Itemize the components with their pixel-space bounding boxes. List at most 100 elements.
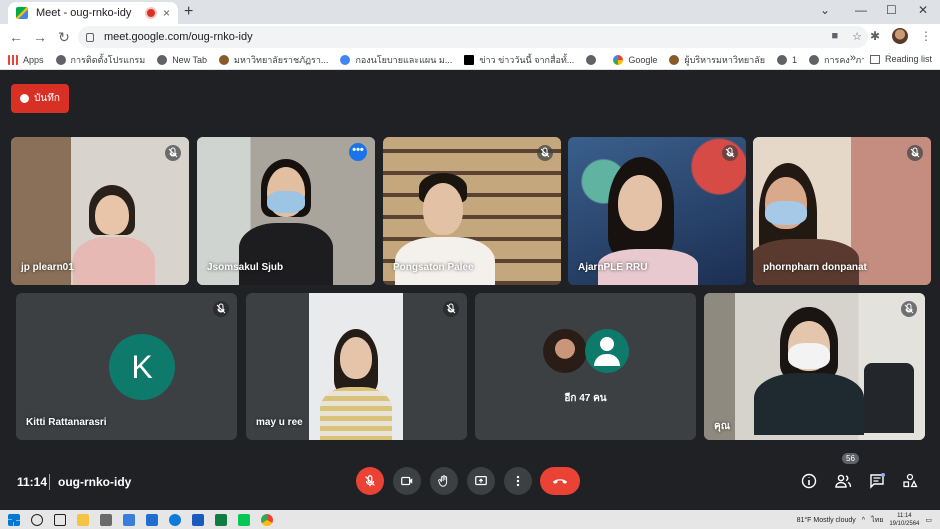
tab-title: Meet - oug-rnko-idy [36,7,132,19]
mic-off-icon [907,145,923,161]
participant-tile[interactable]: K Kitti Rattanarasri [16,293,237,440]
menu-kebab-icon[interactable]: ⋮ [920,29,932,43]
participant-tile-self[interactable]: คุณ [704,293,925,440]
meeting-details-button[interactable] [798,470,820,492]
mic-off-icon [537,145,553,161]
url-text: meet.google.com/oug-rnko-idy [104,31,253,43]
present-screen-button[interactable] [467,467,495,495]
globe-icon [809,54,820,65]
globe-icon [586,54,597,65]
meeting-controls-bar: 11:14 oug-rnko-idy 56 [0,453,940,510]
person-icon [669,54,680,65]
profile-avatar-icon[interactable] [892,28,908,44]
reading-list-button[interactable]: Reading list [863,54,932,64]
recording-indicator-icon [146,9,155,17]
language-indicator[interactable]: ไทย [871,515,883,526]
bookmark-install[interactable]: การติดตั้งโปรแกรม [55,53,145,67]
others-avatar-group [543,329,629,373]
minimize-button[interactable]: — [855,3,867,17]
camera-permission-icon[interactable]: ■ [831,30,838,43]
word-icon[interactable] [192,513,204,526]
mic-off-icon [165,145,181,161]
participant-name: คุณ [714,421,730,432]
participant-tile[interactable]: jp plearn01 [11,137,189,285]
more-options-button[interactable]: ••• [349,143,367,161]
bookmark-university[interactable]: มหาวิทยาลัยราชภัฏรา... [219,53,328,67]
meet-favicon-icon [16,7,28,19]
kebab-icon [516,475,520,487]
bookmark-globe[interactable] [586,54,601,65]
browser-tab-meet[interactable]: Meet - oug-rnko-idy × [8,2,178,24]
tray-chevron-icon[interactable]: ^ [862,517,865,524]
lock-icon [86,32,94,42]
camera-toggle-button[interactable] [393,467,421,495]
tab-close-button[interactable]: × [163,6,170,20]
task-view-icon[interactable] [54,513,66,526]
hang-up-icon [552,479,568,484]
people-button[interactable] [832,470,854,492]
browser-tab-strip: Meet - oug-rnko-idy × + ⌄ — ☐ ✕ [0,0,940,24]
store-icon[interactable] [100,513,112,526]
leave-call-button[interactable] [540,467,580,495]
edge-icon[interactable] [169,513,181,526]
participant-tile[interactable]: AjarnPLE RRU [568,137,746,285]
mail-icon[interactable] [123,513,135,526]
participant-tile-active[interactable]: ••• Jsomsakul Sjub [197,137,375,285]
bookmark-apps[interactable]: Apps [8,54,44,65]
hand-icon [438,475,448,487]
bookmarks-bar: Apps การติดตั้งโปรแกรม New Tab มหาวิทยาล… [0,50,940,70]
bookmark-news[interactable]: ข่าว ข่าววันนี้ จากสื่อทั้... [464,53,574,67]
forward-arrow-icon[interactable]: → [28,29,52,45]
maximize-button[interactable]: ☐ [886,3,897,17]
bookmarks-overflow-button[interactable]: » [849,52,856,64]
bookmark-new-tab[interactable]: New Tab [157,54,207,65]
info-icon [801,473,817,489]
taskbar-clock[interactable]: 11:14 19/10/2564 [889,512,919,528]
divider [49,474,50,490]
participant-name: may u ree [256,417,303,428]
bookmark-policy[interactable]: กองนโยบายและแผน ม... [340,53,452,67]
line-icon[interactable] [238,513,250,526]
zoom-icon[interactable] [146,513,158,526]
reload-icon[interactable]: ↻ [52,29,76,46]
tab-search-button[interactable]: ⌄ [820,3,830,17]
address-bar[interactable]: meet.google.com/oug-rnko-idy ■ ☆ [78,26,868,48]
others-count-label: อีก 47 คน [564,393,607,404]
news-icon [464,54,475,65]
back-arrow-icon[interactable]: ← [4,29,28,45]
close-window-button[interactable]: ✕ [918,3,928,17]
apps-grid-icon [8,54,18,65]
extensions-icon[interactable]: ✱ [870,29,880,43]
participant-tile[interactable]: Pongsaton Palee [383,137,561,285]
participant-tile[interactable]: phornpharn donpanat [753,137,931,285]
search-icon[interactable] [31,513,43,526]
windows-start-icon[interactable] [8,513,20,526]
record-button[interactable]: บันทึก [11,84,69,113]
chat-button[interactable] [866,470,888,492]
university-icon [219,54,230,65]
file-explorer-icon[interactable] [77,513,89,526]
new-tab-button[interactable]: + [184,3,193,21]
mic-off-icon [722,145,738,161]
participant-tile[interactable]: may u ree [246,293,467,440]
google-icon [613,54,624,65]
chrome-icon[interactable] [261,513,273,526]
windows-taskbar: 81°F Mostly cloudy ^ ไทย 11:14 19/10/256… [0,510,940,529]
others-tile[interactable]: อีก 47 คน [475,293,696,440]
mic-toggle-button[interactable] [356,467,384,495]
bookmark-executives[interactable]: ผู้บริหารมหาวิทยาลัย [669,53,765,67]
system-tray: 81°F Mostly cloudy ^ ไทย 11:14 19/10/256… [797,512,932,528]
activities-icon [903,473,918,488]
reading-list-icon [869,54,880,64]
participant-name: Jsomsakul Sjub [207,262,284,273]
globe-icon [777,54,788,65]
activities-button[interactable] [899,470,921,492]
excel-icon[interactable] [215,513,227,526]
bookmark-star-icon[interactable]: ☆ [852,30,862,43]
bookmark-1[interactable]: 1 [777,54,797,65]
weather-status[interactable]: 81°F Mostly cloudy [797,517,856,524]
bookmark-google[interactable]: Google [613,54,657,65]
notification-icon[interactable]: ▭ [925,516,932,524]
more-options-button[interactable] [504,467,532,495]
raise-hand-button[interactable] [430,467,458,495]
